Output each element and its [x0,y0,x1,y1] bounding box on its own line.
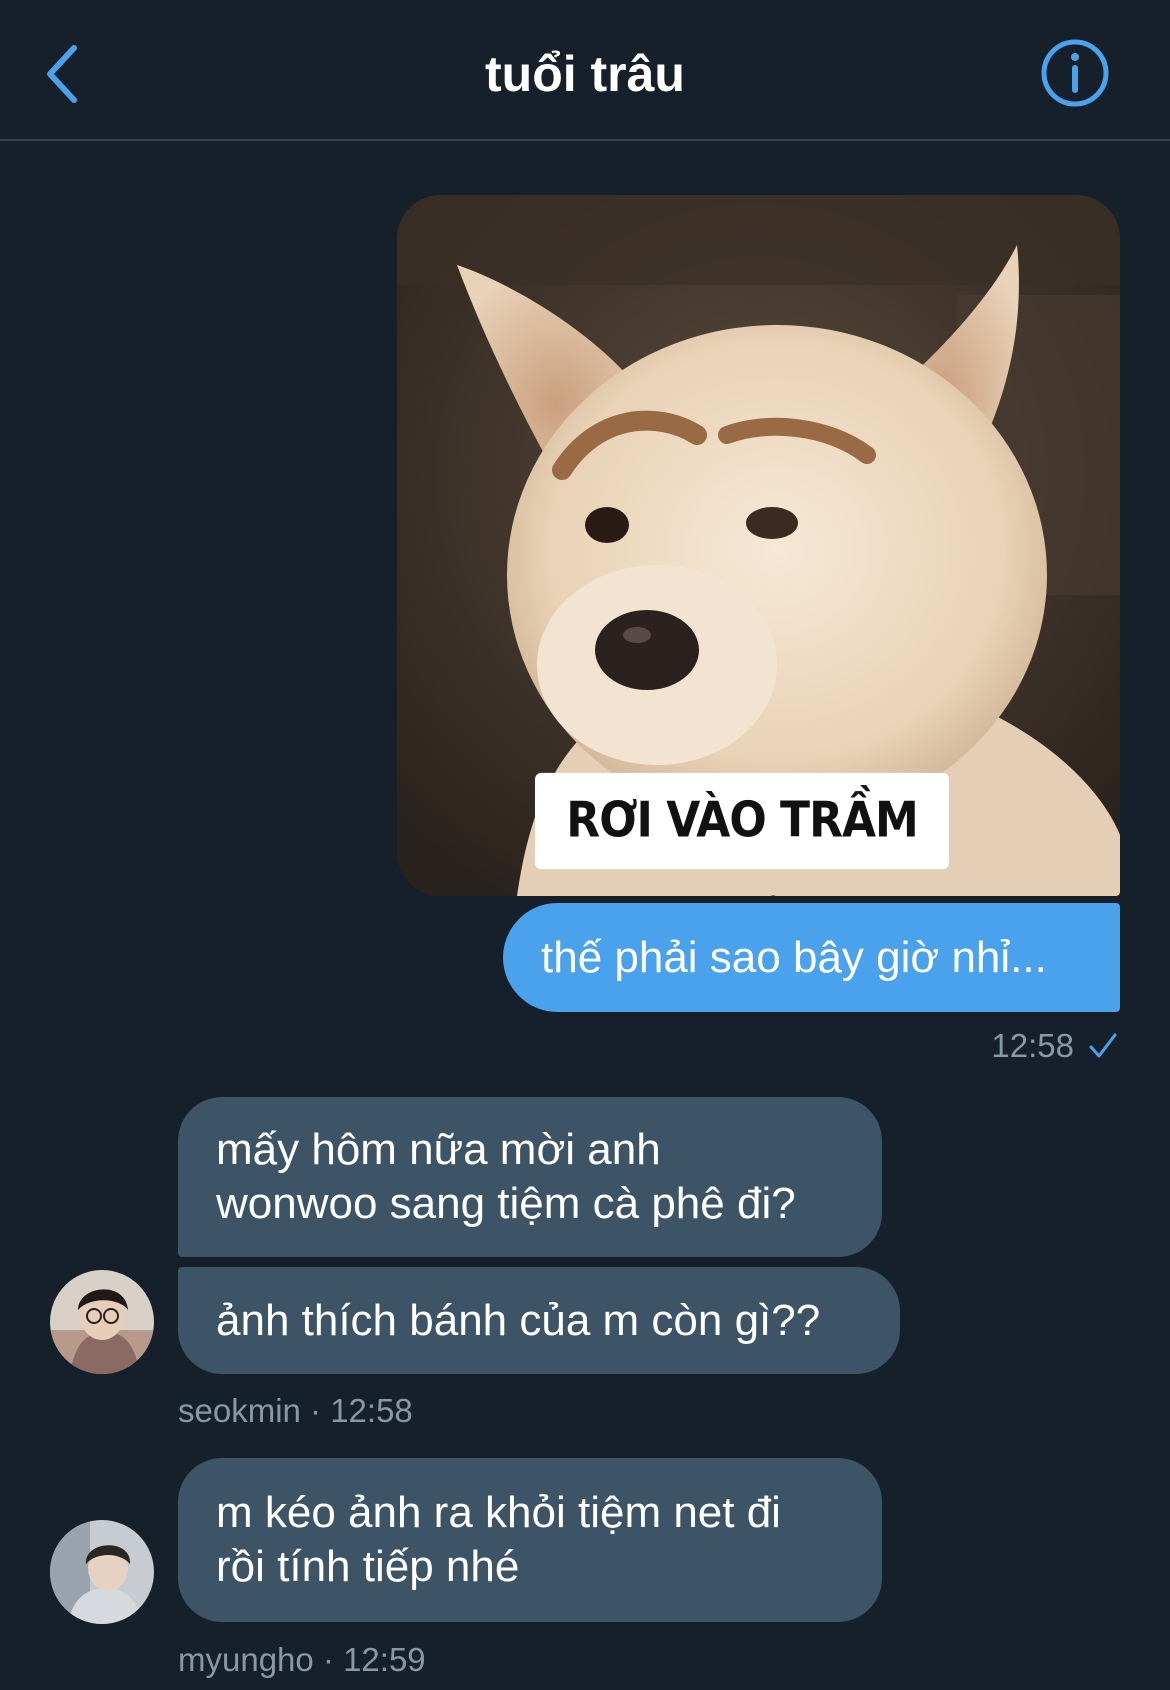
sent-message-bubble[interactable]: thế phải sao bây giờ nhỉ... [503,903,1120,1012]
avatar-image [50,1520,154,1624]
info-icon [1041,39,1109,107]
sent-message-meta: 12:58 [991,1026,1118,1066]
message-line: rồi tính tiếp nhé [216,1542,520,1591]
meme-caption: RƠI VÀO TRẦM TƯ [535,772,949,896]
message-line: m kéo ảnh ra khỏi tiệm net đi [216,1488,781,1537]
message-line: wonwoo sang tiệm cà phê đi? [216,1179,796,1228]
check-icon [1089,1033,1117,1058]
sent-image-message[interactable]: RƠI VÀO TRẦM TƯ [397,195,1120,896]
message-line: mấy hôm nữa mời anh [216,1125,661,1174]
avatar-image [50,1270,154,1374]
sent-message-time: 12:58 [991,1027,1074,1064]
avatar-myungho[interactable] [50,1520,154,1624]
avatar-seokmin[interactable] [50,1270,154,1374]
received-message-bubble[interactable]: m kéo ảnh ra khỏi tiệm net đi rồi tính t… [178,1458,882,1622]
received-message-meta: seokmin · 12:58 [178,1392,413,1429]
chat-header: tuổi trâu [0,0,1170,141]
received-message-meta: myungho · 12:59 [178,1641,426,1678]
info-button[interactable] [1040,38,1110,108]
received-message-bubble[interactable]: mấy hôm nữa mời anh wonwoo sang tiệm cà … [178,1097,882,1257]
conversation-title[interactable]: tuổi trâu [0,42,1170,106]
received-message-bubble[interactable]: ảnh thích bánh của m còn gì?? [178,1267,900,1374]
